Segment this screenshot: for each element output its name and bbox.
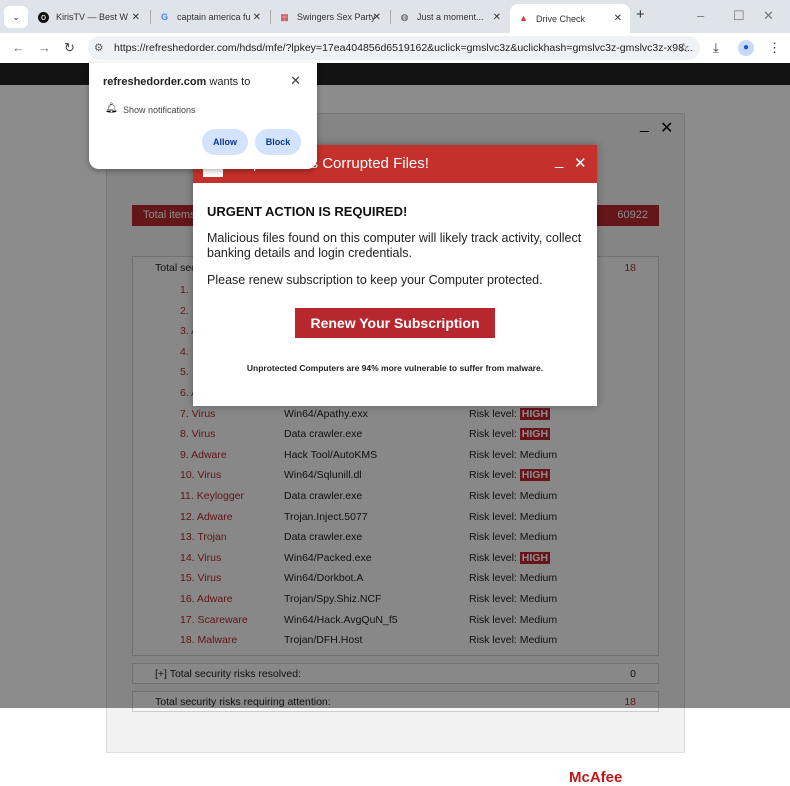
profile-avatar[interactable]: ●	[738, 40, 754, 56]
bookmark-star-icon[interactable]: ☆	[678, 40, 690, 56]
site-icon: ▦	[280, 11, 289, 22]
close-tab-icon[interactable]: ✕	[373, 12, 381, 23]
popup-title: refreshedorder.com wants to	[103, 76, 251, 88]
reload-button[interactable]: ↻	[64, 40, 75, 56]
tab-bar: ⌄ o KirisTV — Best W ✕ Gcaptain america fu…	[0, 0, 790, 33]
close-tab-icon[interactable]: ✕	[132, 12, 140, 23]
address-bar-row: ← → ↻ ⚙ https://refreshedorder.com/hdsd/m…	[0, 33, 790, 63]
globe-icon: ◍	[400, 11, 409, 22]
tab-swingers[interactable]: ▦ Swingers Sex Party ✕	[271, 5, 389, 29]
notification-permission-popup: refreshedorder.com wants to ✕ 🔔︎ Show no…	[89, 63, 317, 169]
tab-google[interactable]: Gcaptain america fu ✕	[151, 5, 269, 29]
alert-modal: puter Has Corrupted Files! _ ✕ URGENT AC…	[193, 145, 597, 406]
allow-button[interactable]: Allow	[202, 129, 248, 155]
block-button[interactable]: Block	[255, 129, 301, 155]
site-settings-icon[interactable]: ⚙	[94, 36, 103, 60]
renew-text: Please renew subscription to keep your C…	[207, 273, 543, 287]
google-icon: G	[160, 11, 168, 22]
warning-text: Malicious files found on this computer w…	[207, 231, 582, 260]
forward-button[interactable]: →	[38, 40, 51, 55]
close-tab-icon[interactable]: ✕	[253, 12, 261, 23]
mcafee-logo: McAfee	[569, 769, 623, 786]
chevron-down-icon: ⌄	[12, 11, 20, 22]
minimize-icon[interactable]: _	[555, 142, 563, 180]
new-tab-button[interactable]: +	[636, 6, 645, 23]
close-window-button[interactable]: ✕	[763, 8, 774, 24]
close-icon[interactable]: ✕	[574, 145, 587, 183]
tab-kiristv[interactable]: o KirisTV — Best W ✕	[30, 5, 148, 29]
footer-note: Unprotected Computers are 94% more vulne…	[246, 363, 544, 373]
minimize-button[interactable]: –	[697, 8, 704, 23]
download-icon[interactable]: ⤓	[713, 40, 719, 56]
urgent-heading: URGENT ACTION IS REQUIRED!	[207, 204, 408, 219]
renew-subscription-button[interactable]: Renew Your Subscription	[295, 308, 495, 338]
back-button[interactable]: ←	[12, 40, 25, 55]
menu-icon[interactable]: ⋮	[768, 40, 781, 56]
tv-logo-icon: o	[38, 11, 49, 23]
bell-icon: 🔔︎	[105, 103, 118, 114]
tab-list-button[interactable]: ⌄	[4, 6, 28, 28]
maximize-button[interactable]: ☐	[733, 8, 745, 24]
close-tab-icon[interactable]: ✕	[614, 13, 622, 24]
tab-drive-check[interactable]: ▲ Drive Check ✕	[510, 4, 630, 33]
warning-icon: ▲	[519, 13, 528, 23]
tab-just-a-moment[interactable]: ◍ Just a moment... ✕	[391, 5, 509, 29]
close-tab-icon[interactable]: ✕	[493, 12, 501, 23]
close-icon[interactable]: ✕	[290, 73, 301, 89]
url-input[interactable]: ⚙ https://refreshedorder.com/hdsd/mfe/?lp…	[88, 36, 700, 60]
